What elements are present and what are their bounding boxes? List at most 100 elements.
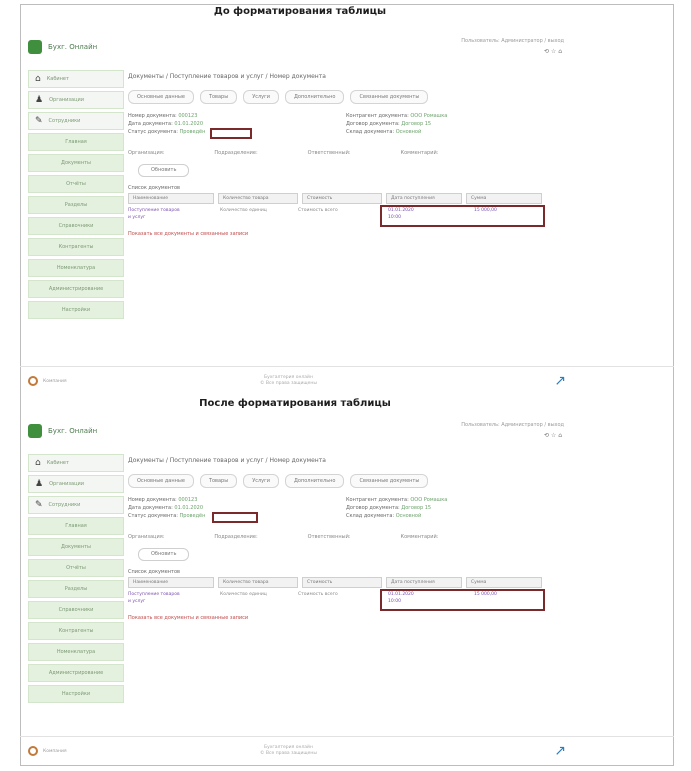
sidebar-item-employees[interactable]: ✎ Сотрудники — [28, 112, 124, 130]
footer-copyright: Бухгалтерия онлайн © Все права защищены — [260, 375, 317, 386]
sidebar-item[interactable]: Отчёты — [28, 559, 124, 577]
sidebar-item[interactable]: Документы — [28, 154, 124, 172]
doc-table: Наименование Количество товара Стоимость… — [128, 577, 568, 611]
tab-main[interactable]: Основные данные — [128, 90, 194, 104]
refresh-button[interactable]: Обновить — [138, 548, 190, 561]
logo-text: Бухг. Онлайн — [48, 43, 98, 51]
user-controls[interactable]: ⟲ ☆ ⌂ — [544, 48, 562, 55]
user-info: Пользователь: Администратор / выход — [461, 422, 564, 428]
column-header[interactable]: Стоимость — [302, 193, 382, 204]
column-header[interactable]: Наименование — [128, 577, 214, 588]
app-logo[interactable]: Бухг. Онлайн — [28, 424, 97, 438]
sidebar-item[interactable]: Отчёты — [28, 175, 124, 193]
tool-icon: ✎ — [35, 116, 43, 126]
highlight-columns — [380, 589, 545, 611]
sidebar-item[interactable]: Контрагенты — [28, 238, 124, 256]
sidebar: ⌂ Кабинет ♟ Организации ✎ Сотрудники Главна… — [28, 70, 124, 322]
table-header: Наименование Количество товара Стоимость… — [128, 577, 568, 588]
sidebar-item-employees[interactable]: ✎ Сотрудники — [28, 496, 124, 514]
fields-right: Контрагент документа: ООО Ромашка Догово… — [346, 113, 448, 135]
sidebar-item-cabinet[interactable]: ⌂ Кабинет — [28, 70, 124, 88]
tab-goods[interactable]: Товары — [199, 474, 238, 488]
tab-services[interactable]: Услуги — [243, 474, 280, 488]
logo-icon — [28, 424, 42, 438]
column-header[interactable]: Дата поступления — [386, 193, 462, 204]
footer: Компания Бухгалтерия онлайн © Все права … — [20, 736, 674, 765]
table-cell: Стоимость всего — [298, 208, 338, 213]
column-header[interactable]: Сумма — [466, 577, 542, 588]
table-cell: Количество единиц — [220, 592, 267, 597]
tab-extra[interactable]: Дополнительно — [285, 474, 345, 488]
main-content: Документы / Поступление товаров и услуг … — [128, 70, 568, 237]
app-panel-after: Бухг. Онлайн Пользователь: Администратор… — [20, 414, 674, 764]
arrow-icon[interactable]: ↗ — [554, 373, 566, 389]
fields-left: Номер документа: 000123 Дата документа: … — [128, 497, 206, 519]
column-header[interactable]: Наименование — [128, 193, 214, 204]
column-header[interactable]: Количество товара — [218, 193, 298, 204]
sidebar: ⌂ Кабинет ♟ Организации ✎ Сотрудники Главна… — [28, 454, 124, 706]
tab-related[interactable]: Связанные документы — [350, 474, 429, 488]
sidebar-item[interactable]: Справочники — [28, 217, 124, 235]
section-title-after: После форматирования таблицы — [199, 398, 391, 409]
sidebar-item[interactable]: Справочники — [28, 601, 124, 619]
breadcrumb: Документы / Поступление товаров и услуг … — [128, 73, 326, 80]
tab-main[interactable]: Основные данные — [128, 474, 194, 488]
footer: Компания Бухгалтерия онлайн © Все права … — [20, 366, 674, 395]
tool-icon: ✎ — [35, 500, 43, 510]
sidebar-item[interactable]: Администрирование — [28, 664, 124, 682]
column-header[interactable]: Дата поступления — [386, 577, 462, 588]
highlight-status — [212, 512, 258, 523]
table-cell: Поступление товаров и услуг — [128, 208, 180, 220]
section-title-before: До форматирования таблицы — [213, 6, 387, 17]
filter-row: Организация: Подразделение: Ответственны… — [128, 150, 439, 156]
tab-related[interactable]: Связанные документы — [350, 90, 429, 104]
sidebar-item[interactable]: Разделы — [28, 580, 124, 598]
sidebar-item[interactable]: Администрирование — [28, 280, 124, 298]
refresh-button[interactable]: Обновить — [138, 164, 190, 177]
sidebar-item-organizations[interactable]: ♟ Организации — [28, 475, 124, 493]
arrow-icon[interactable]: ↗ — [554, 743, 566, 759]
app-logo[interactable]: Бухг. Онлайн — [28, 40, 97, 54]
sidebar-item-cabinet[interactable]: ⌂ Кабинет — [28, 454, 124, 472]
sidebar-item[interactable]: Номенклатура — [28, 259, 124, 277]
breadcrumb: Документы / Поступление товаров и услуг … — [128, 457, 326, 464]
show-all-link[interactable]: Показать все документы и связанные запис… — [128, 231, 568, 237]
footer-copyright: Бухгалтерия онлайн © Все права защищены — [260, 745, 317, 756]
sidebar-item[interactable]: Номенклатура — [28, 643, 124, 661]
column-header[interactable]: Стоимость — [302, 577, 382, 588]
user-info: Пользователь: Администратор / выход — [461, 38, 564, 44]
sidebar-item[interactable]: Настройки — [28, 301, 124, 319]
user-icon: ♟ — [35, 479, 44, 489]
main-content: Документы / Поступление товаров и услуг … — [128, 454, 568, 621]
user-controls[interactable]: ⟲ ☆ ⌂ — [544, 432, 562, 439]
sidebar-item[interactable]: Контрагенты — [28, 622, 124, 640]
column-header[interactable]: Сумма — [466, 193, 542, 204]
tab-extra[interactable]: Дополнительно — [285, 90, 345, 104]
table-cell: Количество единиц — [220, 208, 267, 213]
show-all-link[interactable]: Показать все документы и связанные запис… — [128, 615, 568, 621]
logo-icon — [28, 40, 42, 54]
gear-icon — [28, 376, 38, 386]
sidebar-item-organizations[interactable]: ♟ Организации — [28, 91, 124, 109]
tab-goods[interactable]: Товары — [199, 90, 238, 104]
tab-services[interactable]: Услуги — [243, 90, 280, 104]
fields-left: Номер документа: 000123 Дата документа: … — [128, 113, 206, 135]
user-icon: ♟ — [35, 95, 44, 105]
app-panel-before: Бухг. Онлайн Пользователь: Администратор… — [20, 30, 674, 396]
sidebar-item[interactable]: Главная — [28, 517, 124, 535]
sidebar-item[interactable]: Документы — [28, 538, 124, 556]
tab-bar: Основные данные Товары Услуги Дополнител… — [128, 474, 568, 488]
home-icon: ⌂ — [35, 458, 41, 468]
table-title: Список документов — [128, 569, 180, 575]
highlight-status — [210, 128, 252, 139]
sidebar-item[interactable]: Настройки — [28, 685, 124, 703]
sidebar-item[interactable]: Главная — [28, 133, 124, 151]
column-header[interactable]: Количество товара — [218, 577, 298, 588]
table-cell: Стоимость всего — [298, 592, 338, 597]
filter-row: Организация: Подразделение: Ответственны… — [128, 534, 439, 540]
document-fields: Номер документа: 000123 Дата документа: … — [128, 112, 568, 148]
footer-logo: Компания — [28, 746, 67, 756]
sidebar-item[interactable]: Разделы — [28, 196, 124, 214]
gear-icon — [28, 746, 38, 756]
table-cell: Поступление товаров и услуг — [128, 592, 180, 604]
